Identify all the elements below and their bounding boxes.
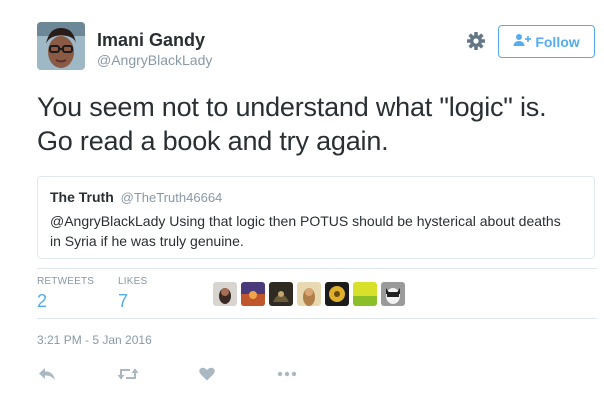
likes-count[interactable]: 7 [118, 291, 147, 312]
retweets-label: RETWEETS [37, 276, 95, 287]
author-avatar[interactable] [37, 22, 85, 70]
follow-label: Follow [535, 33, 580, 50]
likes-stat[interactable]: LIKES 7 [118, 276, 147, 312]
tweet-text-line-2: Go read a book and try again. [37, 126, 389, 156]
liker-avatar[interactable] [297, 282, 321, 306]
reply-icon[interactable] [36, 365, 58, 383]
liker-avatar[interactable] [213, 282, 237, 306]
quoted-tweet[interactable]: The Truth @TheTruth46664 @AngryBlackLady… [37, 176, 595, 259]
liker-avatar[interactable] [381, 282, 405, 306]
quoted-tweet-header: The Truth @TheTruth46664 [50, 188, 582, 207]
liker-avatar[interactable] [241, 282, 265, 306]
liker-avatar[interactable] [269, 282, 293, 306]
tweet-text: You seem not to understand what "logic" … [37, 90, 597, 158]
author-handle[interactable]: @AngryBlackLady [97, 52, 212, 68]
quoted-author-handle: @TheTruth46664 [120, 190, 223, 205]
heart-icon[interactable] [196, 365, 218, 383]
likes-label: LIKES [118, 276, 148, 287]
gear-icon[interactable] [466, 31, 486, 51]
tweet-timestamp[interactable]: 3:21 PM - 5 Jan 2016 [37, 333, 152, 347]
tweet-text-line-1: You seem not to understand what "logic" … [37, 92, 547, 122]
retweets-count[interactable]: 2 [37, 291, 94, 312]
liker-avatar[interactable] [325, 282, 349, 306]
author-name[interactable]: Imani Gandy [97, 30, 205, 51]
quoted-author-name: The Truth [50, 189, 114, 205]
follow-button[interactable]: Follow [498, 25, 595, 58]
retweet-icon[interactable] [117, 365, 139, 383]
retweets-stat[interactable]: RETWEETS 2 [37, 276, 94, 312]
person-plus-icon [513, 33, 532, 50]
liker-avatar[interactable] [353, 282, 377, 306]
more-dots-icon[interactable] [276, 365, 298, 383]
divider [37, 268, 597, 269]
quoted-tweet-text: @AngryBlackLady Using that logic then PO… [50, 213, 561, 249]
liker-avatars [213, 282, 405, 306]
divider [37, 318, 597, 319]
